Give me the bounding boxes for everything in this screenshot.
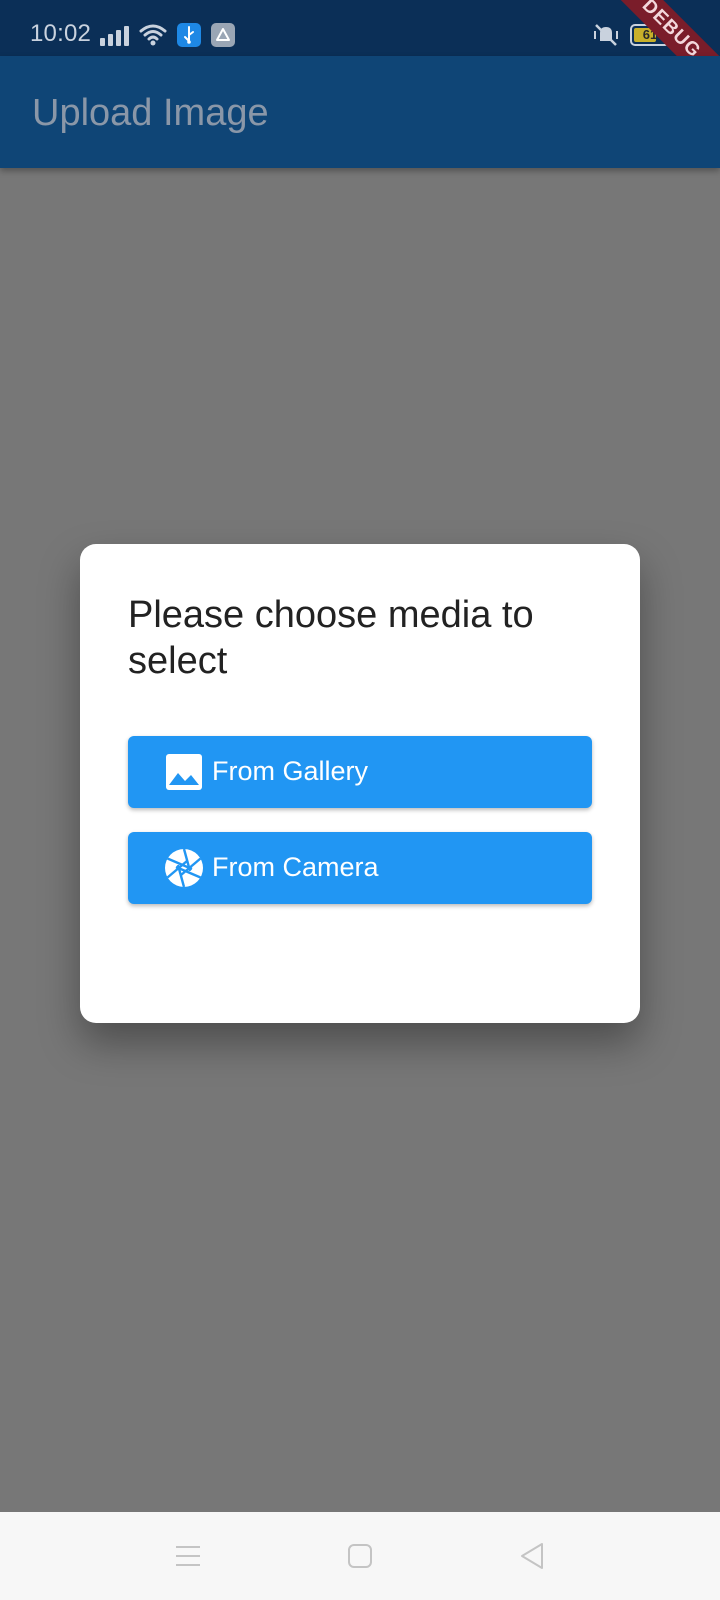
from-gallery-label: From Gallery [212, 756, 369, 786]
back-icon[interactable] [516, 1540, 548, 1572]
system-nav-bar [0, 1512, 720, 1600]
from-camera-button[interactable]: From Camera [128, 832, 592, 904]
vibrate-icon [592, 23, 620, 47]
status-left-icons [100, 22, 235, 48]
media-choice-dialog: Please choose media to select From Galle… [80, 544, 640, 1023]
page-title: Upload Image [32, 92, 269, 134]
from-camera-label: From Camera [212, 852, 379, 882]
home-icon[interactable] [344, 1540, 376, 1572]
image-icon [166, 754, 202, 790]
from-gallery-button[interactable]: From Gallery [128, 736, 592, 808]
wifi-icon [139, 24, 167, 46]
signal-icon [100, 24, 129, 46]
drive-icon [211, 23, 235, 47]
status-time: 10:02 [30, 20, 92, 47]
usb-icon [177, 23, 201, 47]
camera-aperture-icon [165, 848, 203, 888]
app-bar: Upload Image [0, 56, 720, 168]
menu-icon[interactable] [172, 1540, 204, 1572]
status-bar: 10:02 61 DEBUG [0, 0, 720, 107]
dialog-title: Please choose media to select [128, 594, 534, 682]
